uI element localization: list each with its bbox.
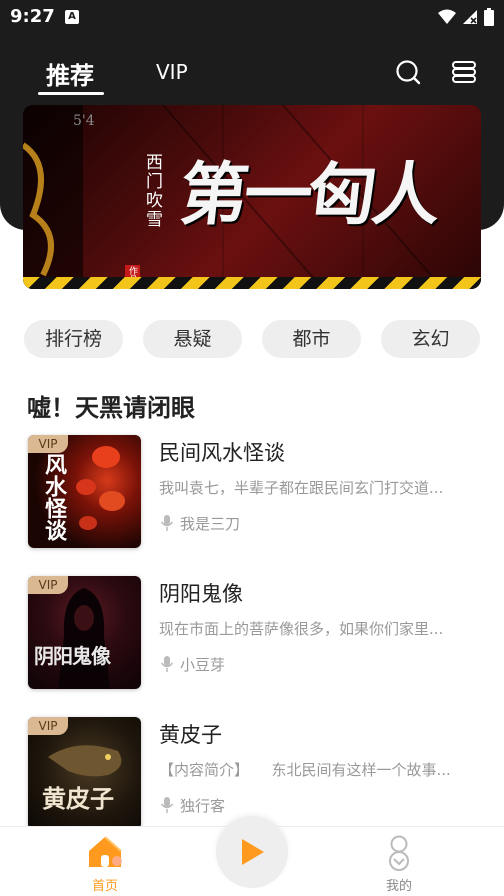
item-author: 小豆芽 [180,656,226,674]
book-cover: 阴阳鬼像 VIP [28,576,141,689]
home-icon [89,836,122,867]
chip-fantasy[interactable]: 玄幻 [381,320,480,358]
banner-title: 第一匈人 [176,155,441,235]
item-description: 现在市面上的菩萨像很多，如果你们家里... [159,620,444,638]
list-item[interactable]: 黄皮子 VIP 黄皮子 【内容简介】 东北民间有这样一个故事... 独行客 [28,717,480,831]
bookshelf-icon[interactable] [450,58,478,86]
promo-banner[interactable]: 5'4 西门吹雪 作品 第一匈人 [23,105,481,289]
book-cover: 黄皮子 VIP [28,717,141,830]
cover-title: 风水怪谈 [41,453,67,541]
microphone-icon [160,515,174,531]
list-item[interactable]: 风水怪谈 VIP 民间风水怪谈 我叫袁七，半辈子都在跟民间玄门打交道... 我是… [28,435,480,549]
tab-recommend[interactable]: 推荐 [46,56,94,91]
chip-urban[interactable]: 都市 [262,320,361,358]
nav-home[interactable]: 首页 [65,827,145,896]
vip-badge: VIP [28,435,68,453]
play-icon [242,839,264,865]
item-description: 【内容简介】 东北民间有这样一个故事... [159,761,451,779]
item-description: 我叫袁七，半辈子都在跟民间玄门打交道... [159,479,444,497]
banner-number-mark: 5'4 [73,113,95,129]
banner-hazard-stripes [23,277,481,289]
active-tab-indicator [38,92,104,95]
book-cover: 风水怪谈 VIP [28,435,141,548]
status-bar: 9:27 A [0,0,504,34]
notification-a-icon: A [65,10,79,24]
battery-icon [484,8,494,26]
microphone-icon [160,797,174,813]
cover-title: 阴阳鬼像 [34,644,111,668]
player-button[interactable] [216,816,288,888]
status-icons [438,8,494,26]
list-item[interactable]: 阴阳鬼像 VIP 阴阳鬼像 现在市面上的菩萨像很多，如果你们家里... 小豆芽 [28,576,480,690]
app-root: 9:27 A 推荐 VIP 5'4 西门吹雪 作品 第一匈人 排行榜 悬疑 都市… [0,0,504,896]
nav-mine-label: 我的 [385,879,412,894]
tab-vip[interactable]: VIP [156,60,188,84]
wifi-icon [438,9,456,24]
item-title: 黄皮子 [159,723,222,747]
category-chips: 排行榜 悬疑 都市 玄幻 [24,320,482,358]
signal-icon [463,10,477,24]
section-title: 嘘！天黑请闭眼 [27,394,195,422]
banner-author: 西门吹雪 [142,153,162,229]
vip-badge: VIP [28,717,68,735]
search-icon[interactable] [394,58,422,86]
item-title: 民间风水怪谈 [159,441,285,465]
item-author: 独行客 [180,797,226,815]
nav-home-label: 首页 [91,879,118,894]
chip-suspense[interactable]: 悬疑 [143,320,242,358]
item-author: 我是三刀 [180,515,241,533]
cover-title: 黄皮子 [42,784,114,813]
vip-badge: VIP [28,576,68,594]
microphone-icon [160,656,174,672]
nav-mine[interactable]: 我的 [359,827,439,896]
chip-ranking[interactable]: 排行榜 [24,320,123,358]
profile-icon [389,835,409,871]
status-time: 9:27 [10,6,55,27]
item-title: 阴阳鬼像 [159,582,243,606]
top-tab-bar: 推荐 VIP [0,48,504,98]
